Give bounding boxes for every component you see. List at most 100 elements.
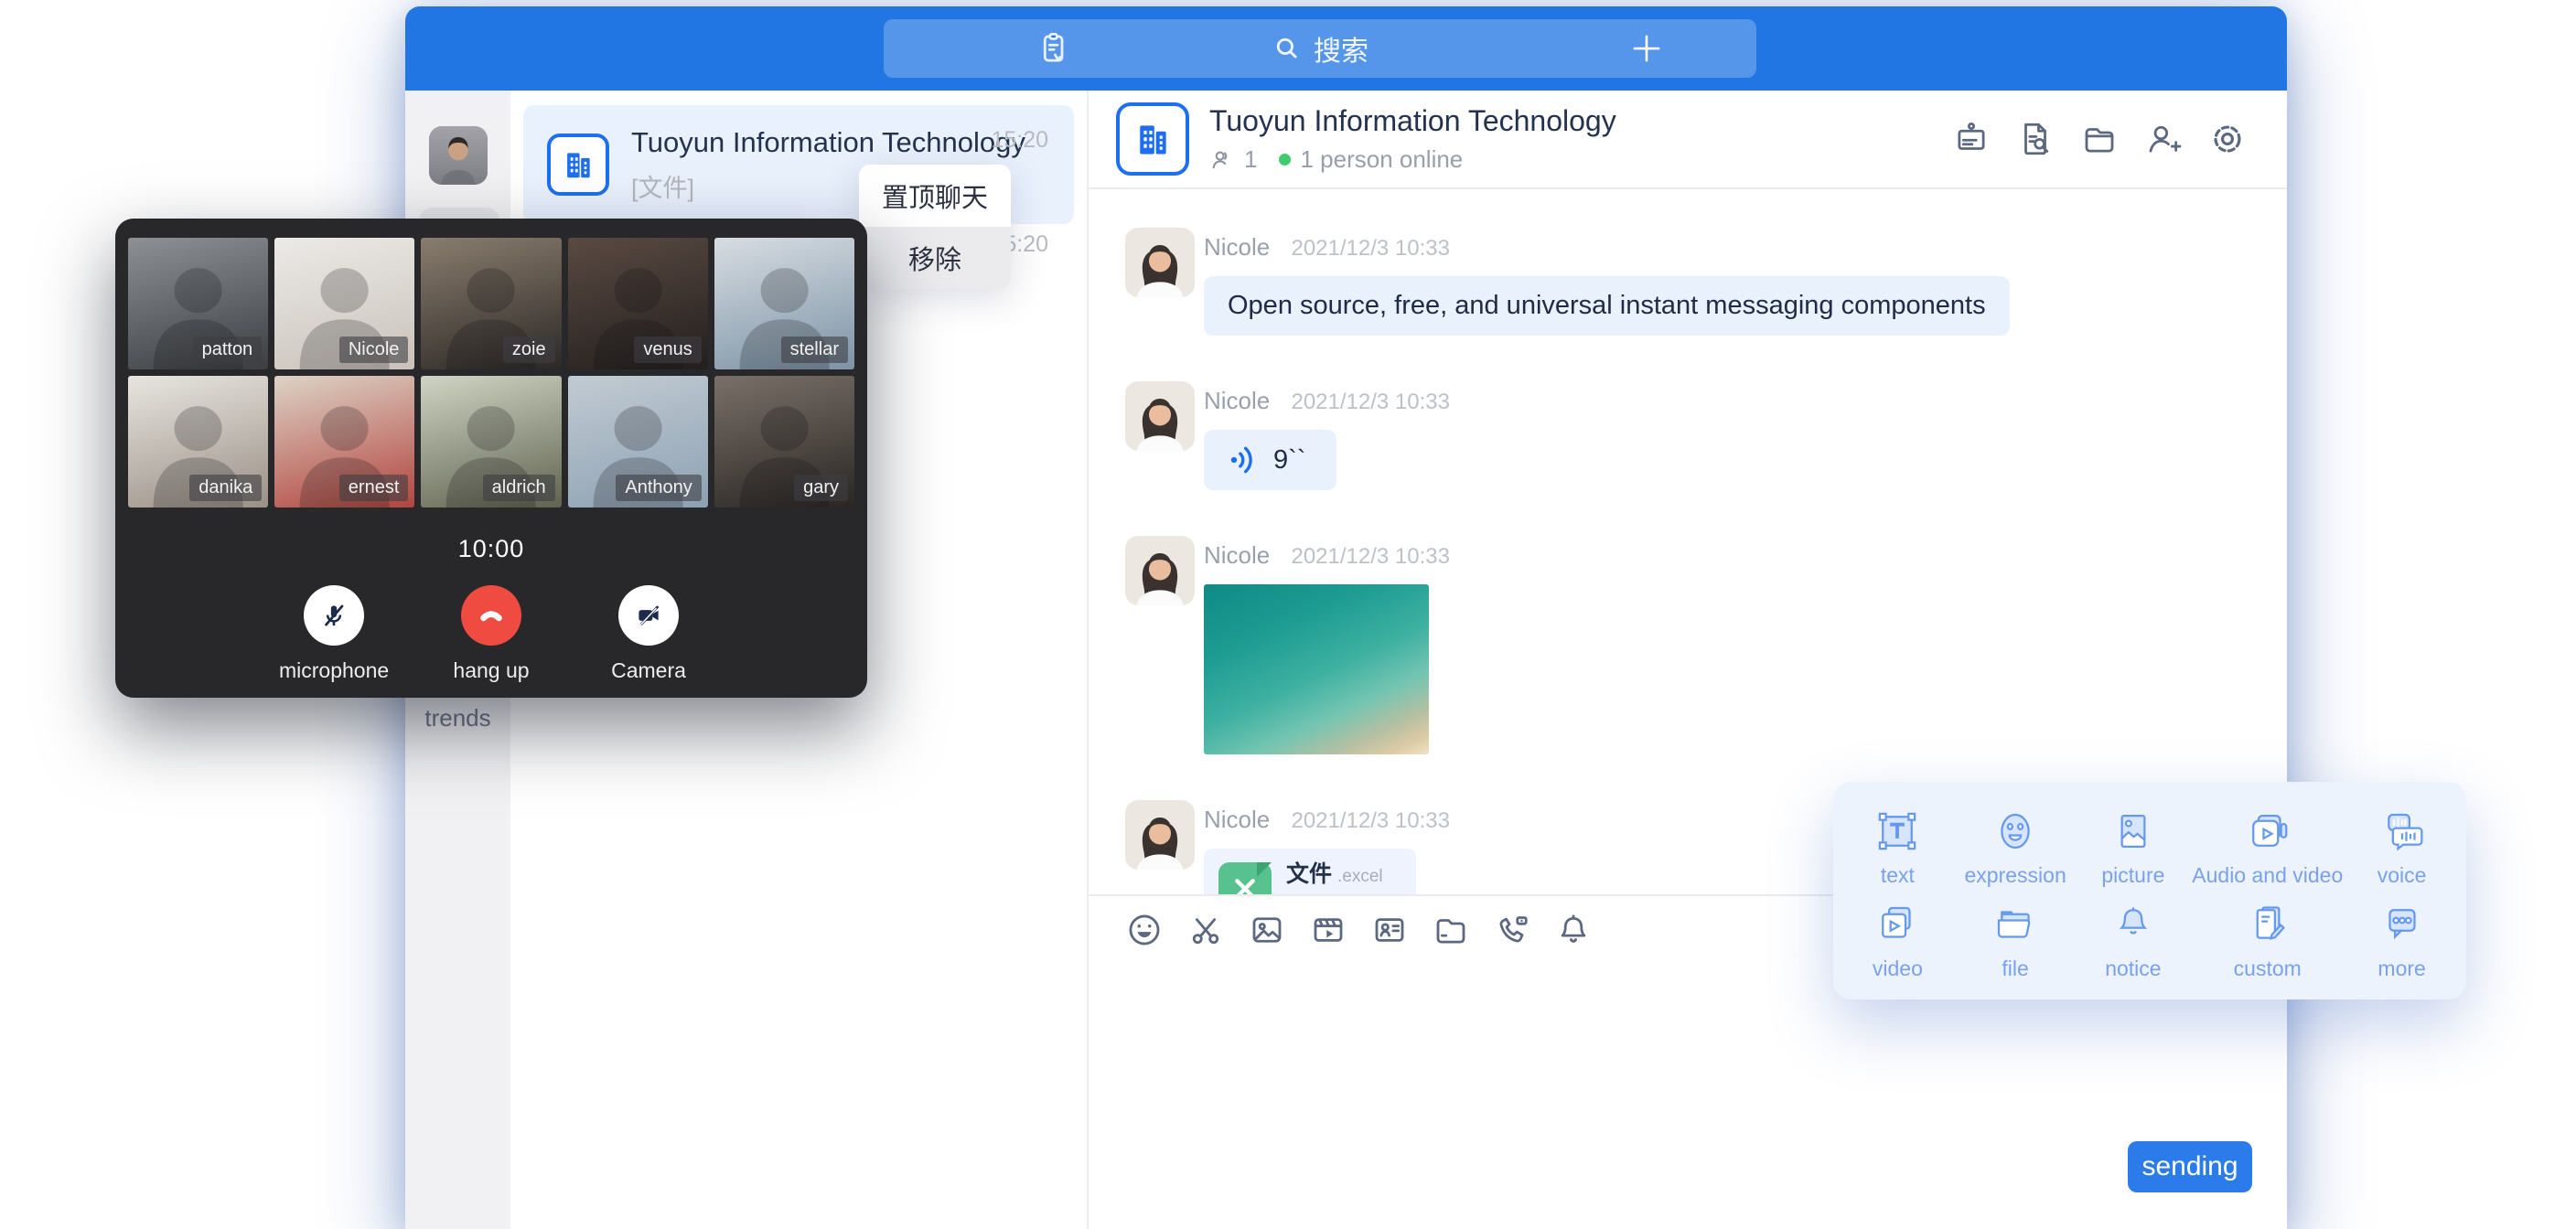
camera-muted-icon	[618, 585, 679, 646]
participant-tile[interactable]: Anthony	[568, 376, 708, 508]
online-dot	[1279, 154, 1291, 166]
chat-search-icon[interactable]	[2016, 120, 2055, 158]
more-icon	[2377, 900, 2427, 949]
sender-name: Nicole	[1204, 541, 1270, 569]
mic-muted-icon	[304, 585, 364, 646]
chat-header: Tuoyun Information Technology 1 1 person…	[1089, 91, 2287, 189]
participant-name: aldrich	[483, 475, 555, 501]
video-icon	[1873, 900, 1922, 949]
trends-label: trends	[405, 704, 510, 732]
file-ext: .excel	[1337, 867, 1383, 886]
panel-item-video[interactable]: video	[1839, 893, 1957, 987]
sender-name: Nicole	[1204, 806, 1270, 833]
participant-tile[interactable]: stellar	[714, 238, 854, 369]
panel-item-custom[interactable]: custom	[2192, 893, 2343, 987]
participant-name: venus	[634, 337, 701, 363]
sender-avatar[interactable]	[1125, 228, 1195, 297]
audio-video-icon	[2243, 807, 2292, 856]
send-video-icon[interactable]	[1309, 911, 1347, 949]
hang-up-button[interactable]: hang up	[436, 585, 546, 683]
participant-name: Nicole	[339, 337, 409, 363]
participant-name: ernest	[339, 475, 409, 501]
voice-message-bubble[interactable]: 9``	[1204, 430, 1336, 490]
text-message-bubble[interactable]: Open source, free, and universal instant…	[1204, 276, 2010, 336]
microphone-label: microphone	[279, 658, 389, 683]
participant-tile[interactable]: aldrich	[421, 376, 561, 508]
panel-item-text[interactable]: text	[1839, 800, 1957, 893]
participant-tile[interactable]: gary	[714, 376, 854, 508]
panel-item-expression[interactable]: expression	[1957, 800, 2075, 893]
message-image: Nicole 2021/12/3 10:33	[1125, 536, 2287, 754]
panel-item-notice[interactable]: notice	[2075, 893, 2193, 987]
settings-gear-icon[interactable]	[2208, 120, 2247, 158]
menu-item-remove[interactable]: 移除	[859, 227, 1011, 289]
call-participant-grid: patton Nicole zoie venus stellar danika …	[128, 238, 854, 508]
send-button[interactable]: sending	[2128, 1141, 2252, 1192]
camera-label: Camera	[594, 658, 703, 683]
message-time: 2021/12/3 10:33	[1291, 808, 1450, 833]
participant-tile[interactable]: zoie	[421, 238, 561, 369]
conversation-context-menu: 置顶聊天 移除	[859, 165, 1011, 289]
panel-item-picture[interactable]: picture	[2075, 800, 2193, 893]
call-controls: microphone hang up	[128, 585, 854, 683]
top-search-bar: 搜索	[884, 19, 1756, 78]
group-notice-icon[interactable]	[1952, 120, 1991, 158]
file-name: 文件	[1286, 861, 1332, 887]
chat-title: Tuoyun Information Technology	[1209, 104, 1616, 138]
excel-file-icon	[1218, 862, 1272, 894]
sender-avatar[interactable]	[1125, 381, 1195, 451]
page: 搜索	[0, 0, 2576, 1229]
group-files-icon[interactable]	[2080, 120, 2119, 158]
menu-item-pin-chat[interactable]: 置顶聊天	[859, 165, 1011, 227]
participant-tile[interactable]: venus	[568, 238, 708, 369]
voice-wave-icon	[1226, 443, 1261, 477]
picture-icon	[2109, 807, 2158, 856]
video-call-icon[interactable]	[1493, 911, 1531, 949]
panel-item-more[interactable]: more	[2343, 893, 2461, 987]
sender-name: Nicole	[1204, 233, 1270, 261]
my-avatar[interactable]	[429, 126, 488, 185]
group-building-icon	[1116, 102, 1189, 176]
sender-avatar[interactable]	[1125, 800, 1195, 870]
notice-bell-icon[interactable]	[1554, 911, 1593, 949]
message-time: 2021/12/3 10:33	[1291, 236, 1450, 261]
image-message-beach-photo[interactable]	[1204, 584, 1429, 754]
participant-tile[interactable]: ernest	[274, 376, 414, 508]
sender-name: Nicole	[1204, 387, 1270, 414]
voice-icon	[2377, 807, 2427, 856]
screenshot-scissors-icon[interactable]	[1186, 911, 1225, 949]
panel-item-file[interactable]: file	[1957, 893, 2075, 987]
panel-item-audio-video[interactable]: Audio and video	[2192, 800, 2343, 893]
add-member-icon[interactable]	[2144, 120, 2183, 158]
emoji-icon[interactable]	[1125, 911, 1164, 949]
custom-icon	[2243, 900, 2292, 949]
search-placeholder: 搜索	[1314, 28, 1368, 69]
participant-tile[interactable]: danika	[128, 376, 268, 508]
participant-name: gary	[794, 475, 848, 501]
conversation-time: 15:20	[991, 127, 1048, 154]
participant-name: patton	[193, 337, 263, 363]
participant-name: zoie	[503, 337, 555, 363]
file-folder-icon	[1991, 900, 2040, 949]
text-icon	[1873, 807, 1922, 856]
group-building-icon	[547, 134, 609, 196]
add-plus-icon[interactable]	[1610, 19, 1683, 78]
message-time: 2021/12/3 10:33	[1291, 544, 1450, 569]
notice-bell-icon	[2109, 900, 2158, 949]
microphone-toggle-button[interactable]: microphone	[279, 585, 389, 683]
contact-card-icon[interactable]	[1370, 911, 1409, 949]
file-message-card[interactable]: 文件.excel 12.8M	[1204, 849, 1416, 894]
chat-main: Tuoyun Information Technology 1 1 person…	[1089, 91, 2287, 1229]
send-file-folder-icon[interactable]	[1432, 911, 1470, 949]
voice-duration: 9``	[1273, 445, 1305, 476]
sender-avatar[interactable]	[1125, 536, 1195, 605]
hang-up-icon	[461, 585, 521, 646]
conversation-title: Tuoyun Information Technology	[631, 126, 1025, 159]
participant-tile[interactable]: patton	[128, 238, 268, 369]
message-voice: Nicole 2021/12/3 10:33 9``	[1125, 381, 2287, 490]
camera-toggle-button[interactable]: Camera	[594, 585, 703, 683]
participant-tile[interactable]: Nicole	[274, 238, 414, 369]
send-picture-icon[interactable]	[1248, 911, 1286, 949]
online-status: 1 person online	[1300, 145, 1463, 174]
panel-item-voice[interactable]: voice	[2343, 800, 2461, 893]
